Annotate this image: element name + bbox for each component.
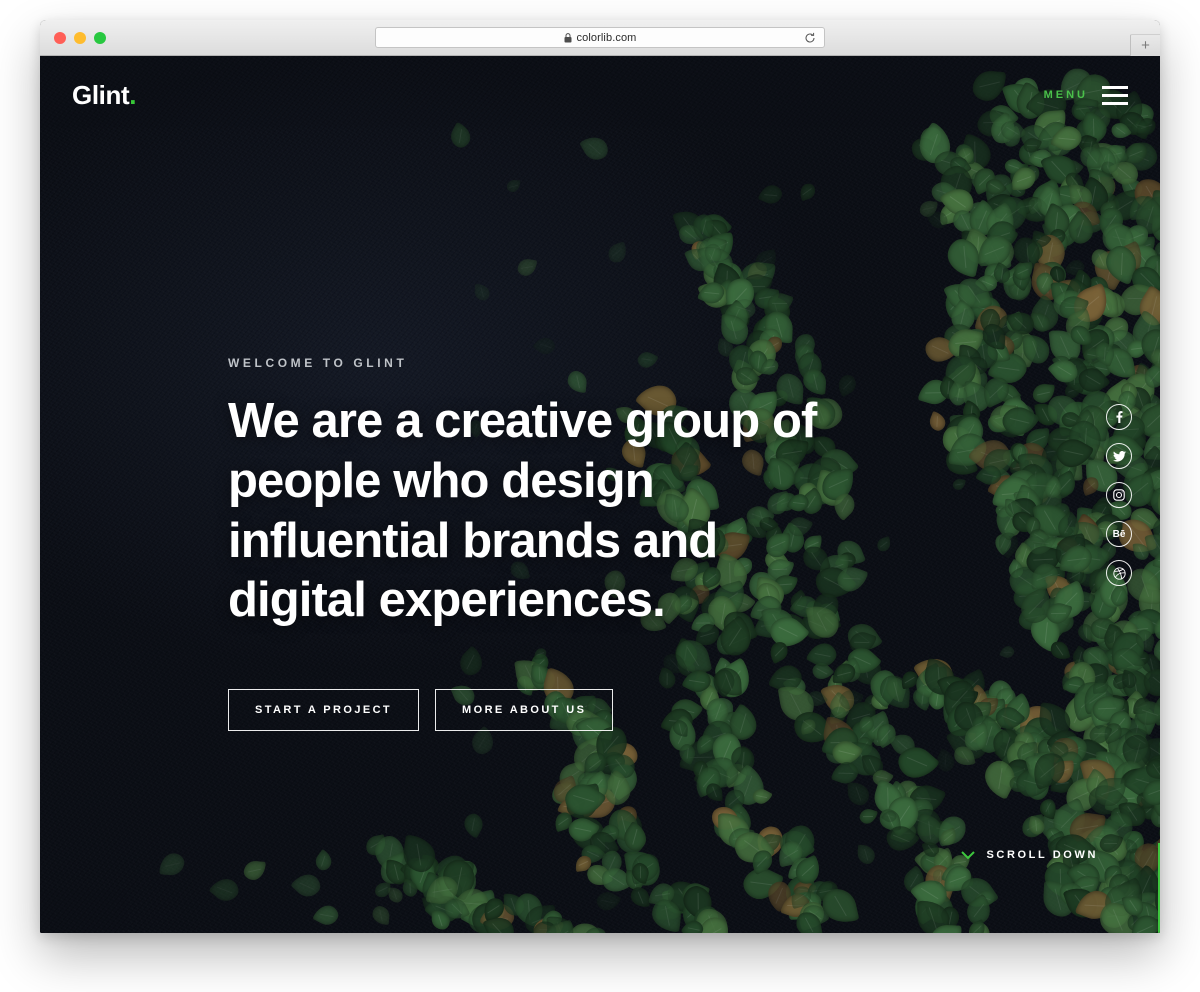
- logo-text: Glint: [72, 80, 130, 110]
- page-viewport: Glint. MENU WELCOME TO GLINT We are a cr…: [40, 56, 1160, 933]
- lock-icon: [564, 32, 572, 42]
- social-links-rail: Bē: [1106, 404, 1132, 586]
- address-bar-content: colorlib.com: [564, 32, 637, 44]
- minimize-window-button[interactable]: [74, 31, 86, 44]
- hero-actions: START A PROJECT MORE ABOUT US: [228, 689, 848, 732]
- more-about-us-button[interactable]: MORE ABOUT US: [435, 689, 614, 732]
- behance-icon[interactable]: Bē: [1106, 521, 1132, 547]
- new-tab-label: +: [1141, 37, 1150, 54]
- hero-section: WELCOME TO GLINT We are a creative group…: [228, 356, 848, 732]
- window-traffic-lights[interactable]: [54, 31, 106, 44]
- scroll-down-indicator[interactable]: SCROLL DOWN: [961, 849, 1098, 861]
- instagram-icon[interactable]: [1106, 482, 1132, 508]
- browser-chrome-bar: colorlib.com +: [40, 20, 1160, 56]
- site-logo[interactable]: Glint.: [72, 82, 136, 108]
- hero-headline: We are a creative group of people who de…: [228, 394, 817, 628]
- logo-dot: .: [129, 80, 137, 110]
- chevron-down-icon: [961, 850, 976, 859]
- menu-label: MENU: [1043, 89, 1088, 101]
- start-a-project-button[interactable]: START A PROJECT: [228, 689, 420, 732]
- facebook-icon[interactable]: [1106, 404, 1132, 430]
- scroll-progress-rule: [1158, 843, 1160, 933]
- new-tab-button[interactable]: +: [1130, 34, 1160, 56]
- reload-icon[interactable]: [804, 32, 816, 44]
- dribbble-icon[interactable]: [1106, 560, 1132, 586]
- hero-eyebrow: WELCOME TO GLINT: [228, 356, 408, 370]
- hamburger-icon[interactable]: [1102, 85, 1128, 105]
- menu-toggle-button[interactable]: MENU: [1043, 85, 1128, 105]
- address-bar[interactable]: colorlib.com: [375, 27, 825, 48]
- close-window-button[interactable]: [54, 31, 66, 44]
- site-header: Glint. MENU: [40, 56, 1160, 134]
- address-bar-url: colorlib.com: [576, 31, 637, 44]
- scroll-down-label: SCROLL DOWN: [986, 849, 1098, 861]
- browser-window: colorlib.com + Glint. MENU WELCOME TO GL…: [40, 20, 1160, 933]
- zoom-window-button[interactable]: [94, 31, 106, 44]
- twitter-icon[interactable]: [1106, 443, 1132, 469]
